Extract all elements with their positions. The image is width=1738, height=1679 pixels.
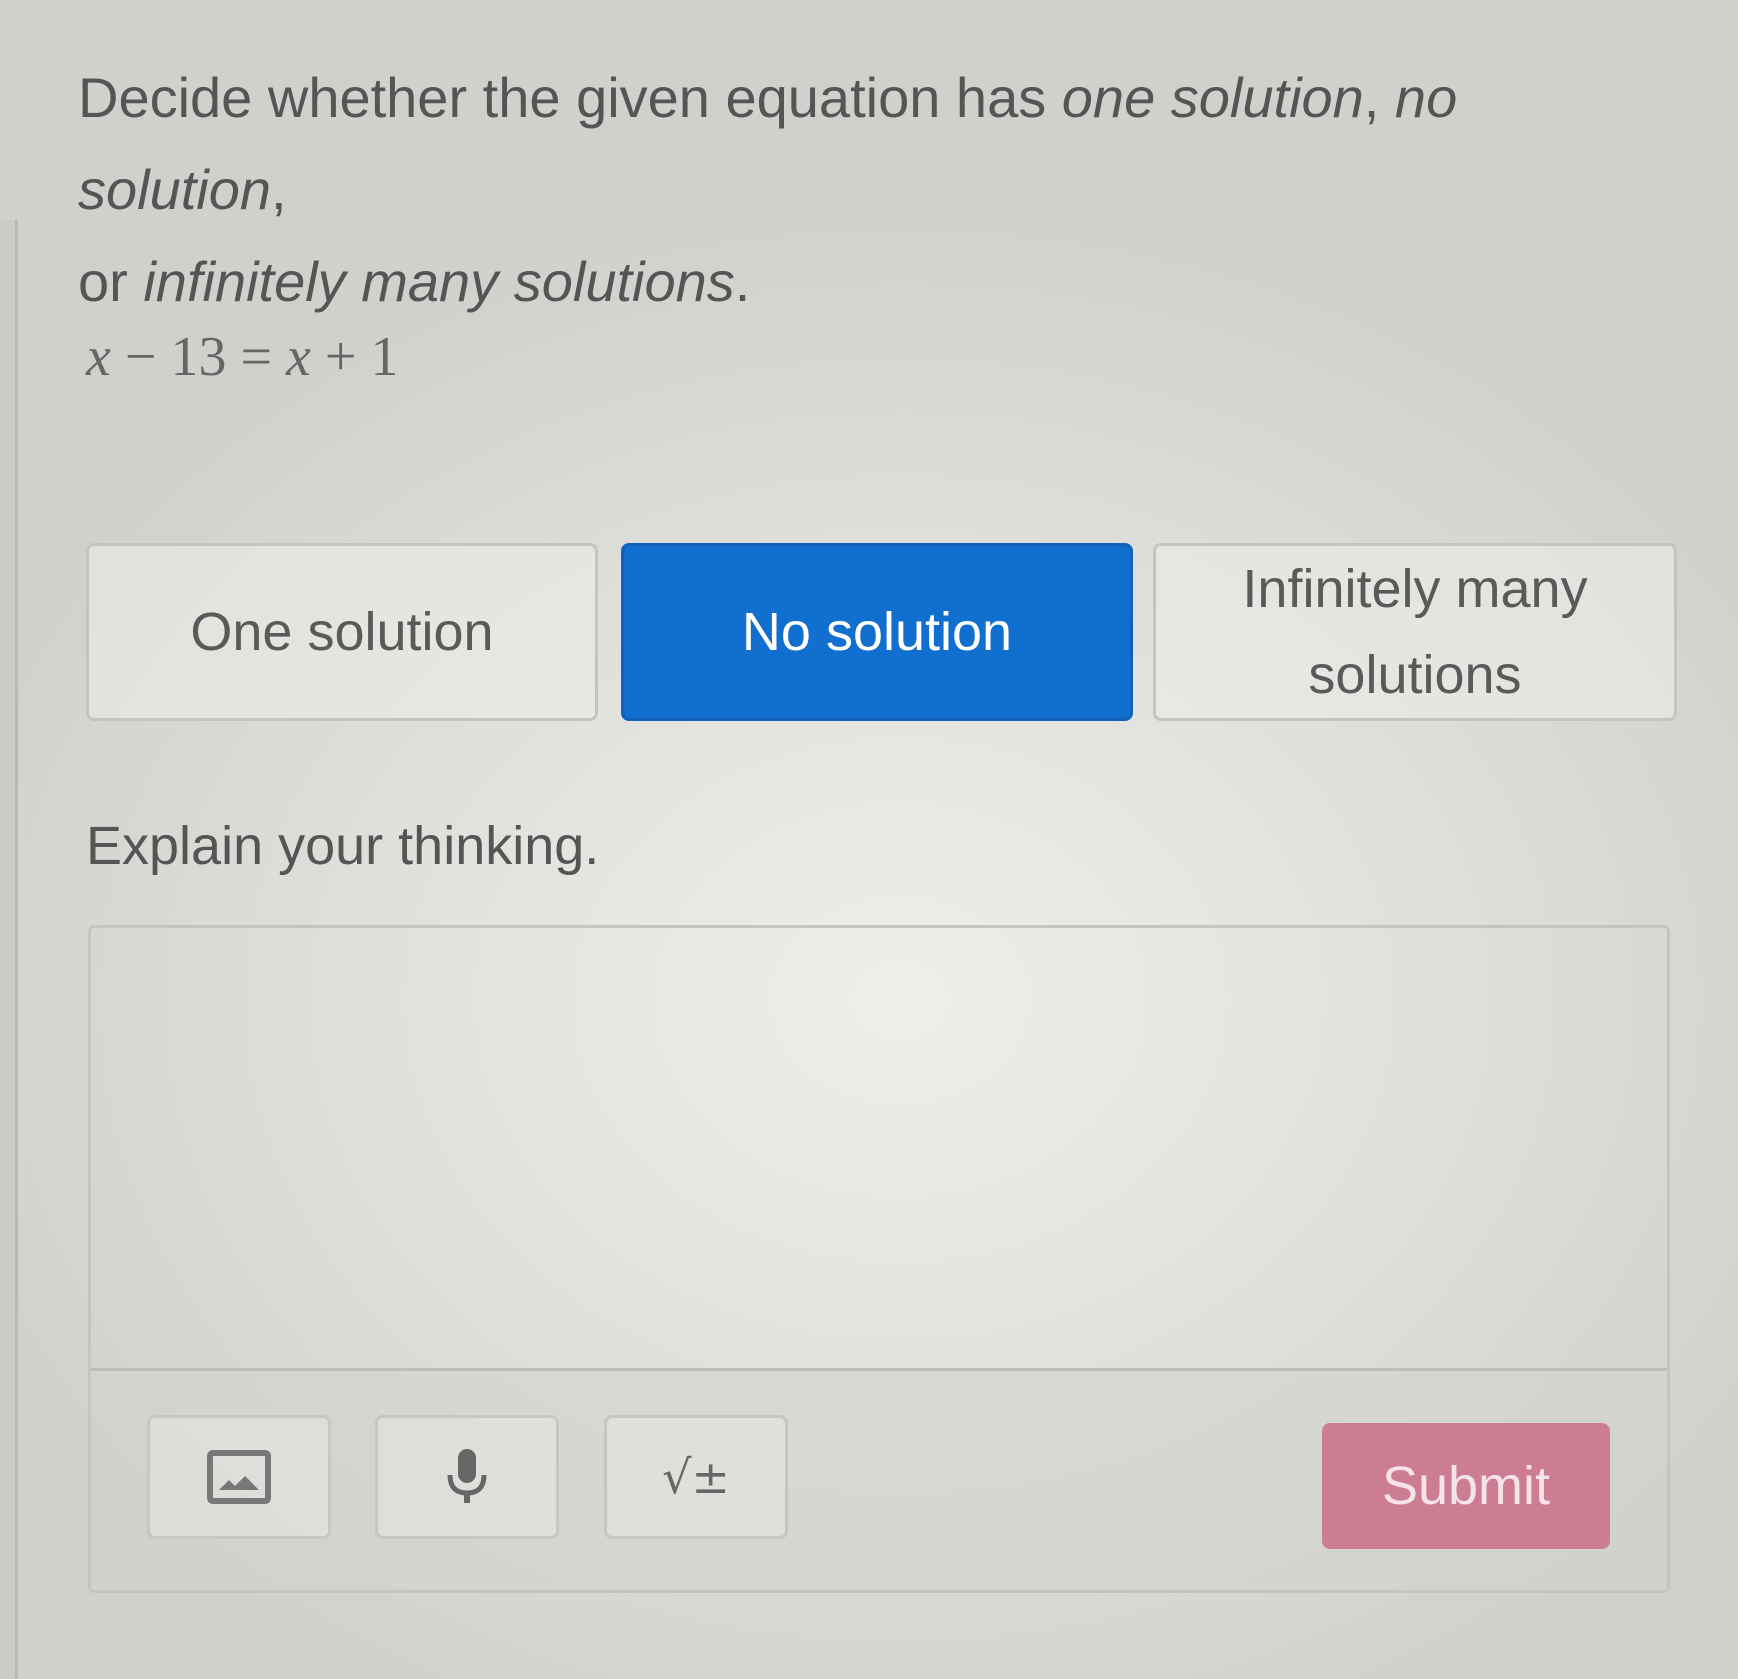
explain-label: Explain your thinking. [86,816,600,876]
choice-label-line2: solutions [1308,645,1522,705]
equation-variable: x [86,326,111,388]
equation-variable: x [286,326,311,388]
choice-one-solution-button[interactable]: One solution [86,543,598,721]
equation-text: − 13 = [110,326,287,388]
math-input-button[interactable]: √± [604,1415,788,1539]
page: Decide whether the given equation has on… [0,0,1738,1679]
answer-toolbar: √± Submit [91,1368,1667,1590]
choice-label-line1: Infinitely many [1242,559,1588,619]
choice-label: One solution [190,602,494,662]
prompt-text: or [78,250,144,313]
left-panel-edge [0,220,18,1679]
prompt-separator: , [271,158,287,221]
equation-text: + 1 [310,326,399,388]
choice-no-solution-button[interactable]: No solution [621,543,1133,721]
choice-label: Infinitely many solutions [1242,546,1587,718]
prompt-emphasis-one-solution: one solution [1061,66,1364,129]
equation: x − 13 = x + 1 [86,325,398,389]
choice-label: No solution [741,602,1013,662]
submit-button[interactable]: Submit [1322,1423,1610,1549]
math-equation-icon: √± [662,1450,730,1504]
record-audio-button[interactable] [375,1415,559,1539]
explanation-textarea[interactable] [91,928,1667,1368]
microphone-icon [447,1449,487,1503]
prompt-separator: , [1363,66,1395,129]
choice-infinitely-many-button[interactable]: Infinitely many solutions [1153,543,1677,721]
prompt-period: . [734,250,751,313]
prompt-text: Decide whether the given equation has [78,66,1062,129]
image-icon [207,1450,271,1504]
answer-box: √± Submit [88,925,1670,1593]
question-prompt: Decide whether the given equation has on… [78,52,1678,328]
insert-image-button[interactable] [147,1415,331,1539]
prompt-emphasis-infinitely-many: infinitely many solutions [143,250,735,313]
